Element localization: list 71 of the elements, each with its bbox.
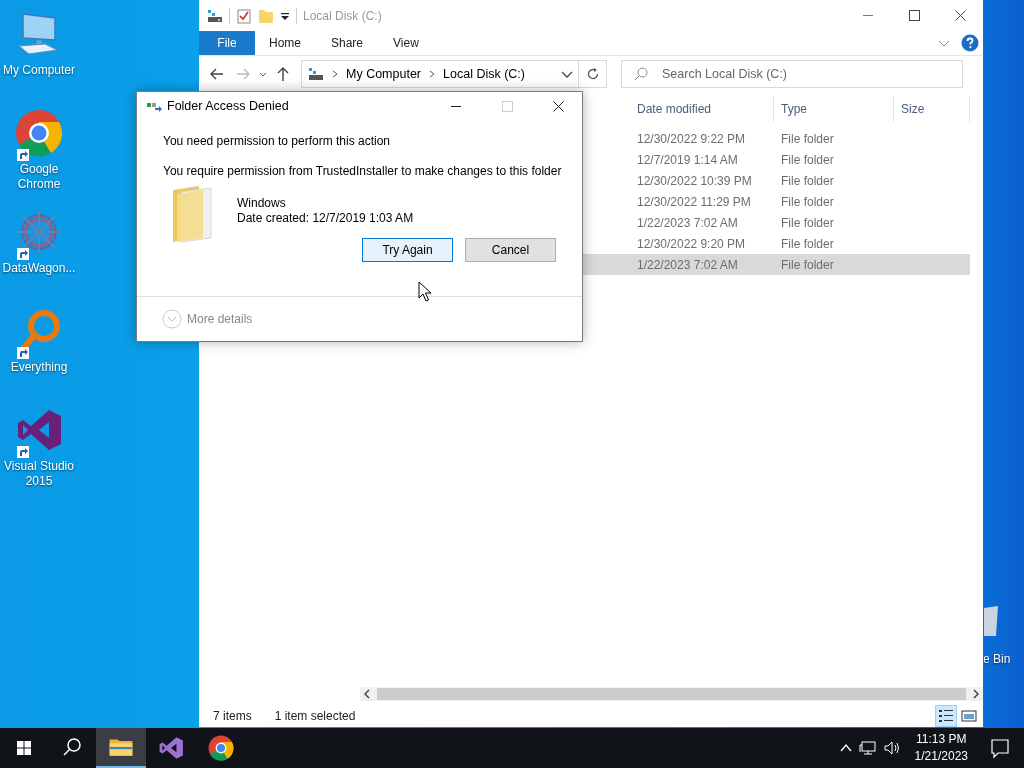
breadcrumb-item[interactable]: Local Disk (C:) — [443, 67, 525, 81]
table-cell-text: File folder — [780, 173, 835, 188]
column-header[interactable]: Type — [774, 96, 894, 122]
dialog-button[interactable]: Try Again — [362, 238, 453, 262]
status-text: 7 items — [213, 709, 252, 723]
icon-label[interactable]: My Computer — [0, 63, 78, 78]
taskbar-button[interactable] — [96, 728, 146, 768]
details-view-icon[interactable] — [936, 706, 956, 726]
table-cell-text: 12/30/2022 9:22 PM — [636, 131, 747, 146]
icon-label[interactable]: Visual Studio 2015 — [0, 459, 78, 489]
dialog-message: You require permission from TrustedInstaller to make changes to this folder — [163, 164, 563, 178]
chevron-right-icon — [330, 69, 340, 79]
dropdown-icon[interactable] — [280, 10, 290, 21]
shortcut-arrow-icon — [17, 347, 29, 359]
table-cell-text: File folder — [780, 257, 835, 272]
table-cell-text: File folder — [780, 152, 835, 167]
snowflake-icon[interactable] — [15, 208, 63, 256]
close-icon[interactable] — [553, 100, 564, 112]
column-header[interactable]: Date modified — [630, 96, 774, 122]
ribbon-tab[interactable]: View — [379, 31, 435, 55]
table-cell-text: File folder — [780, 194, 835, 209]
table-cell-text: 12/30/2022 9:20 PM — [636, 236, 747, 251]
icon-label[interactable]: Everything — [0, 360, 78, 375]
table-cell-text: 12/7/2019 1:14 AM — [636, 152, 739, 167]
shortcut-arrow-icon — [17, 446, 29, 458]
search-field[interactable]: Search Local Disk (C:) — [621, 60, 963, 88]
table-cell-text: File folder — [780, 131, 835, 146]
drive-icon[interactable] — [207, 7, 223, 24]
speaker-icon[interactable] — [882, 740, 901, 756]
more-details-toggle[interactable]: More details — [162, 309, 253, 329]
table-cell-text: 12/30/2022 10:39 PM — [636, 173, 753, 188]
address-bar[interactable]: My Computer Local Disk (C:) — [301, 60, 579, 88]
icon-label[interactable]: e Bin — [983, 652, 1011, 666]
column-header[interactable]: Size — [894, 96, 970, 122]
dialog-heading: You need permission to perform this action — [163, 134, 391, 148]
scrollbar-thumb[interactable] — [377, 688, 966, 700]
maximize-icon[interactable] — [909, 10, 920, 21]
refresh-button[interactable] — [579, 60, 607, 88]
checklist-icon[interactable] — [236, 7, 252, 24]
chrome-icon — [208, 735, 234, 761]
ribbon-tab[interactable]: Home — [255, 31, 317, 55]
refresh-icon — [585, 67, 600, 81]
table-cell-text: 1/22/2023 7:02 AM — [636, 257, 739, 272]
window-title: Local Disk (C:) — [303, 8, 382, 23]
visual-studio-icon — [158, 735, 184, 761]
table-cell-text: File folder — [780, 236, 835, 251]
icon-label[interactable]: Google Chrome — [0, 162, 78, 192]
status-text: 1 item selected — [274, 709, 356, 723]
search-icon — [633, 66, 649, 82]
table-cell-text: 1/22/2023 7:02 AM — [636, 215, 739, 230]
close-icon[interactable] — [955, 10, 966, 21]
breadcrumb-item[interactable]: My Computer — [346, 67, 422, 81]
dialog-button[interactable]: Cancel — [465, 238, 556, 262]
table-cell-text: File folder — [780, 215, 835, 230]
mouse-pointer-icon — [418, 281, 432, 303]
dialog-title: Folder Access Denied — [167, 99, 289, 113]
file-tab[interactable]: File — [199, 31, 255, 55]
item-name: Windows — [237, 196, 287, 211]
shortcut-arrow-icon — [17, 149, 29, 161]
icon-label[interactable]: DataWagon... — [0, 261, 78, 276]
chrome-icon[interactable] — [15, 109, 63, 157]
help-icon[interactable] — [961, 34, 979, 52]
clock[interactable]: 11:13 PM 1/21/2023 — [906, 731, 976, 765]
horizontal-scrollbar[interactable] — [360, 687, 983, 701]
shortcut-arrow-icon — [17, 248, 29, 260]
network-icon[interactable] — [858, 740, 877, 756]
ribbon-tab[interactable]: Share — [317, 31, 380, 55]
drive-icon — [308, 66, 324, 82]
item-detail: Date created: 12/7/2019 1:03 AM — [237, 211, 414, 226]
chevron-down-circle-icon — [162, 309, 182, 329]
table-cell-text: 12/30/2022 11:29 PM — [636, 194, 752, 209]
